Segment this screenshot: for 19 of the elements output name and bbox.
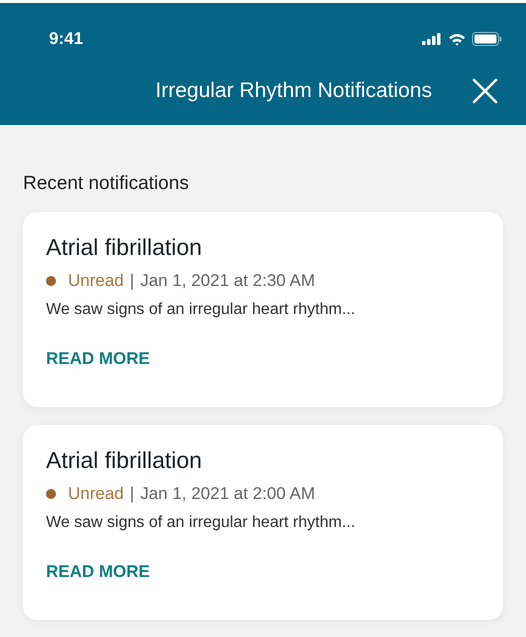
wifi-icon: [448, 32, 466, 46]
notification-time: Jan 1, 2021 at 2:30 AM: [140, 271, 316, 291]
read-status: Unread: [68, 271, 124, 291]
signal-icon: [422, 33, 442, 45]
separator: |: [130, 484, 134, 504]
status-time: 9:41: [49, 29, 84, 49]
close-icon[interactable]: [472, 78, 498, 104]
read-status: Unread: [68, 484, 124, 504]
read-more-link[interactable]: READ MORE: [46, 562, 150, 582]
section-heading: Recent notifications: [23, 173, 190, 195]
notification-title: Atrial fibrillation: [46, 447, 203, 474]
notification-title: Atrial fibrillation: [46, 234, 203, 261]
battery-icon: [472, 32, 502, 46]
notification-time: Jan 1, 2021 at 2:00 AM: [140, 484, 316, 504]
read-more-link[interactable]: READ MORE: [46, 349, 150, 369]
screen-title: Irregular Rhythm Notifications: [155, 79, 432, 103]
separator: |: [130, 271, 134, 291]
notification-message: We saw signs of an irregular heart rhythm...: [46, 301, 356, 319]
notification-message: We saw signs of an irregular heart rhythm...: [46, 514, 356, 532]
